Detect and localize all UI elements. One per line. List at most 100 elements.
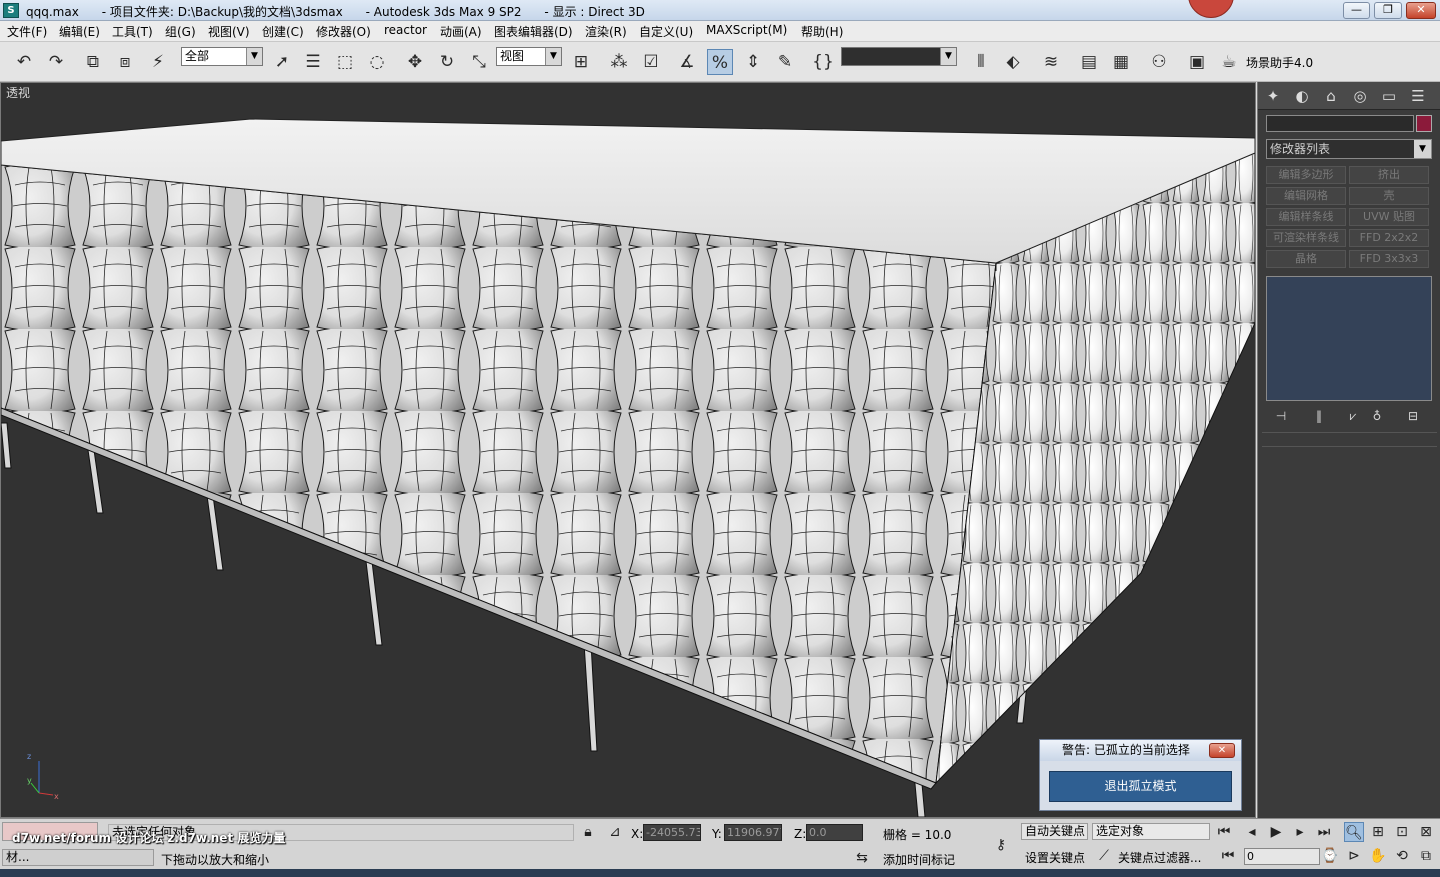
- modifier-button-ffd-3x3x3[interactable]: FFD 3x3x3: [1349, 250, 1429, 268]
- zoom-icon[interactable]: 🔍︎: [1344, 822, 1364, 842]
- y-coordinate-field[interactable]: 11906.977: [724, 824, 782, 841]
- zoom-extents-icon[interactable]: ⊡: [1392, 822, 1412, 842]
- window-crossing-icon[interactable]: ◌: [364, 49, 390, 75]
- menu-reactor[interactable]: reactor: [384, 23, 427, 37]
- scale-icon[interactable]: ⤡: [466, 49, 492, 75]
- make-unique-icon[interactable]: ⩗: [1344, 407, 1362, 425]
- previous-frame-icon[interactable]: ◂: [1242, 822, 1262, 842]
- motion-tab-icon[interactable]: ◎: [1349, 86, 1371, 106]
- modifier-button-uvw-map[interactable]: UVW 贴图: [1349, 208, 1429, 226]
- object-color-swatch[interactable]: [1416, 115, 1432, 132]
- spinner-snap-icon[interactable]: ⇕: [740, 49, 766, 75]
- modifier-stack[interactable]: [1266, 276, 1432, 401]
- rotate-icon[interactable]: ↻: [434, 49, 460, 75]
- move-icon[interactable]: ✥: [402, 49, 428, 75]
- bind-to-space-warp-icon[interactable]: ⚡: [145, 49, 171, 75]
- menu-views[interactable]: 视图(V): [208, 23, 250, 40]
- redo-icon[interactable]: ↷: [43, 49, 69, 75]
- menu-group[interactable]: 组(G): [165, 23, 196, 40]
- utilities-tab-icon[interactable]: ☰: [1407, 86, 1429, 106]
- modifier-button-edit-poly[interactable]: 编辑多边形: [1266, 166, 1346, 184]
- close-button[interactable]: ✕: [1406, 2, 1436, 19]
- hierarchy-tab-icon[interactable]: ⌂: [1320, 86, 1342, 106]
- modifier-button-renderable-spline[interactable]: 可渲染样条线: [1266, 229, 1346, 247]
- menu-maxscript[interactable]: MAXScript(M): [706, 23, 787, 37]
- show-end-result-icon[interactable]: ‖: [1310, 407, 1328, 425]
- menu-edit[interactable]: 编辑(E): [59, 23, 100, 40]
- edit-named-selection-icon[interactable]: ✎: [772, 49, 798, 75]
- z-coordinate-field[interactable]: 0.0: [806, 824, 863, 841]
- menu-graph-editors[interactable]: 图表编辑器(D): [494, 23, 573, 40]
- viewport-label[interactable]: 透视: [6, 84, 30, 101]
- current-frame-field[interactable]: 0: [1244, 848, 1320, 865]
- dialog-close-button[interactable]: ✕: [1209, 743, 1235, 758]
- orbit-icon[interactable]: ⟲: [1392, 846, 1412, 866]
- modifier-button-lattice[interactable]: 晶格: [1266, 250, 1346, 268]
- modifier-button-edit-mesh[interactable]: 编辑网格: [1266, 187, 1346, 205]
- maximize-viewport-icon[interactable]: ⧉: [1416, 846, 1436, 866]
- menu-customize[interactable]: 自定义(U): [639, 23, 693, 40]
- quick-render-icon[interactable]: ☕: [1216, 49, 1242, 75]
- modifier-button-edit-spline[interactable]: 编辑样条线: [1266, 208, 1346, 226]
- render-scene-icon[interactable]: ▣: [1184, 49, 1210, 75]
- curve-editor-icon[interactable]: ▤: [1076, 49, 1102, 75]
- notification-badge-icon[interactable]: [1188, 0, 1234, 18]
- rectangular-selection-icon[interactable]: ⬚: [332, 49, 358, 75]
- remove-modifier-icon[interactable]: ♁: [1368, 407, 1386, 425]
- unlink-icon[interactable]: ⧈: [112, 49, 138, 75]
- key-step-icon[interactable]: ⏮: [1218, 846, 1238, 866]
- pan-icon[interactable]: ✋: [1368, 846, 1388, 866]
- object-name-field[interactable]: [1266, 115, 1414, 132]
- configure-modifier-sets-icon[interactable]: ⊟: [1404, 407, 1422, 425]
- play-icon[interactable]: ▶: [1266, 822, 1286, 842]
- mirror-icon[interactable]: ⫴: [968, 49, 994, 75]
- selection-filter-dropdown[interactable]: 全部 ▼: [181, 47, 263, 66]
- time-tag-icon[interactable]: ⇆: [852, 848, 872, 868]
- menu-animation[interactable]: 动画(A): [440, 23, 482, 40]
- layer-manager-icon[interactable]: ≋: [1038, 49, 1064, 75]
- key-filters-button[interactable]: 关键点过滤器...: [1118, 849, 1201, 866]
- modifier-list-dropdown[interactable]: 修改器列表 ▼: [1266, 139, 1432, 159]
- field-of-view-icon[interactable]: ⊳: [1344, 846, 1364, 866]
- key-mode-icon[interactable]: ⚷: [988, 835, 1014, 855]
- lock-selection-icon[interactable]: 🔒︎: [578, 822, 598, 842]
- reference-coord-dropdown[interactable]: 视图 ▼: [496, 47, 562, 66]
- select-object-icon[interactable]: ➚: [269, 49, 295, 75]
- named-selection-dropdown[interactable]: ▼: [841, 47, 957, 66]
- select-and-link-icon[interactable]: ⧉: [80, 49, 106, 75]
- zoom-extents-all-icon[interactable]: ⊠: [1416, 822, 1436, 842]
- zoom-all-icon[interactable]: ⊞: [1368, 822, 1388, 842]
- app-logo-icon[interactable]: S: [3, 3, 19, 18]
- maximize-button[interactable]: ❐: [1374, 2, 1402, 19]
- set-key-icon[interactable]: ⟋: [1094, 846, 1114, 866]
- maxscript-field[interactable]: 材...: [2, 849, 154, 866]
- percent-snap-icon[interactable]: %: [707, 49, 733, 75]
- material-editor-icon[interactable]: ⚇: [1146, 49, 1172, 75]
- set-key-button[interactable]: 设置关键点: [1025, 849, 1085, 866]
- auto-key-button[interactable]: 自动关键点: [1021, 823, 1088, 840]
- x-coordinate-field[interactable]: -24055.73: [643, 824, 701, 841]
- minimize-button[interactable]: —: [1343, 2, 1370, 19]
- pin-stack-icon[interactable]: ⊣: [1272, 407, 1290, 425]
- angle-snap-icon[interactable]: ∡: [674, 49, 700, 75]
- modifier-button-ffd-2x2x2[interactable]: FFD 2x2x2: [1349, 229, 1429, 247]
- exit-isolation-button[interactable]: 退出孤立模式: [1049, 771, 1232, 802]
- time-config-icon[interactable]: ⌚: [1320, 846, 1340, 866]
- snaps-toggle-icon[interactable]: ☑: [638, 49, 664, 75]
- menu-help[interactable]: 帮助(H): [801, 23, 843, 40]
- undo-icon[interactable]: ↶: [11, 49, 37, 75]
- modifier-button-shell[interactable]: 壳: [1349, 187, 1429, 205]
- perspective-viewport[interactable]: 透视 z x y: [0, 82, 1256, 818]
- scene-helper-label[interactable]: 场景助手4.0: [1246, 54, 1313, 71]
- go-to-end-icon[interactable]: ⏭: [1314, 822, 1334, 842]
- menu-tools[interactable]: 工具(T): [112, 23, 153, 40]
- select-by-name-icon[interactable]: ☰: [300, 49, 326, 75]
- pivot-center-icon[interactable]: ⊞: [568, 49, 594, 75]
- create-tab-icon[interactable]: ✦: [1262, 86, 1284, 106]
- display-tab-icon[interactable]: ▭: [1378, 86, 1400, 106]
- keyboard-shortcut-override-icon[interactable]: ⁂: [606, 49, 632, 75]
- go-to-start-icon[interactable]: ⏮: [1214, 822, 1234, 842]
- named-selection-sets-icon[interactable]: {}: [810, 49, 836, 75]
- menu-create[interactable]: 创建(C): [262, 23, 304, 40]
- next-frame-icon[interactable]: ▸: [1290, 822, 1310, 842]
